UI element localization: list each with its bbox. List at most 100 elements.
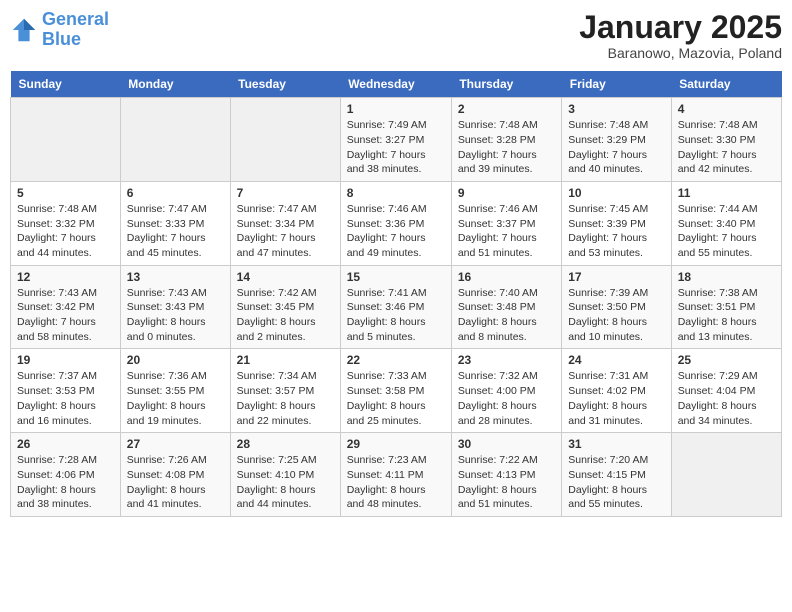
day-number: 19 [17,353,114,367]
day-number: 9 [458,186,555,200]
day-cell: 14 Sunrise: 7:42 AM Sunset: 3:45 PM Dayli… [230,265,340,349]
day-info: Sunrise: 7:40 AM Sunset: 3:48 PM Dayligh… [458,286,555,345]
day-cell: 4 Sunrise: 7:48 AM Sunset: 3:30 PM Daylig… [671,98,781,182]
day-cell: 10Sunrise: 7:45 AM Sunset: 3:39 PM Dayli… [562,181,671,265]
day-number: 3 [568,102,664,116]
day-cell: 8 Sunrise: 7:46 AM Sunset: 3:36 PM Daylig… [340,181,451,265]
location-subtitle: Baranowo, Mazovia, Poland [579,45,782,61]
day-info: Sunrise: 7:48 AM Sunset: 3:30 PM Dayligh… [678,118,775,177]
day-cell: 6 Sunrise: 7:47 AM Sunset: 3:33 PM Daylig… [120,181,230,265]
month-title: January 2025 [579,10,782,45]
day-number: 12 [17,270,114,284]
day-number: 27 [127,437,224,451]
day-info: Sunrise: 7:39 AM Sunset: 3:50 PM Dayligh… [568,286,664,345]
day-cell: 9 Sunrise: 7:46 AM Sunset: 3:37 PM Daylig… [451,181,561,265]
day-number: 4 [678,102,775,116]
day-cell [671,433,781,517]
day-info: Sunrise: 7:33 AM Sunset: 3:58 PM Dayligh… [347,369,445,428]
day-info: Sunrise: 7:25 AM Sunset: 4:10 PM Dayligh… [237,453,334,512]
day-number: 20 [127,353,224,367]
day-cell: 23Sunrise: 7:32 AM Sunset: 4:00 PM Dayli… [451,349,561,433]
day-cell: 11Sunrise: 7:44 AM Sunset: 3:40 PM Dayli… [671,181,781,265]
day-info: Sunrise: 7:29 AM Sunset: 4:04 PM Dayligh… [678,369,775,428]
day-cell: 25 Sunrise: 7:29 AM Sunset: 4:04 PM Dayli… [671,349,781,433]
day-info: Sunrise: 7:26 AM Sunset: 4:08 PM Dayligh… [127,453,224,512]
day-info: Sunrise: 7:43 AM Sunset: 3:42 PM Dayligh… [17,286,114,345]
day-number: 16 [458,270,555,284]
day-cell: 16 Sunrise: 7:40 AM Sunset: 3:48 PM Dayli… [451,265,561,349]
day-info: Sunrise: 7:41 AM Sunset: 3:46 PM Dayligh… [347,286,445,345]
day-number: 28 [237,437,334,451]
day-cell: 31Sunrise: 7:20 AM Sunset: 4:15 PM Dayli… [562,433,671,517]
day-number: 17 [568,270,664,284]
day-number: 25 [678,353,775,367]
logo: General Blue [10,10,109,50]
weekday-header-tuesday: Tuesday [230,71,340,98]
day-number: 1 [347,102,445,116]
day-info: Sunrise: 7:23 AM Sunset: 4:11 PM Dayligh… [347,453,445,512]
day-cell: 27 Sunrise: 7:26 AM Sunset: 4:08 PM Dayli… [120,433,230,517]
page-header: General Blue January 2025 Baranowo, Mazo… [10,10,782,61]
week-row-3: 12 Sunrise: 7:43 AM Sunset: 3:42 PM Dayli… [11,265,782,349]
day-number: 5 [17,186,114,200]
day-cell [11,98,121,182]
day-cell: 13 Sunrise: 7:43 AM Sunset: 3:43 PM Dayli… [120,265,230,349]
day-number: 30 [458,437,555,451]
day-number: 6 [127,186,224,200]
day-cell: 5 Sunrise: 7:48 AM Sunset: 3:32 PM Daylig… [11,181,121,265]
calendar-table: SundayMondayTuesdayWednesdayThursdayFrid… [10,71,782,517]
day-number: 8 [347,186,445,200]
week-row-4: 19 Sunrise: 7:37 AM Sunset: 3:53 PM Dayli… [11,349,782,433]
day-number: 13 [127,270,224,284]
day-info: Sunrise: 7:28 AM Sunset: 4:06 PM Dayligh… [17,453,114,512]
day-cell: 7Sunrise: 7:47 AM Sunset: 3:34 PM Daylig… [230,181,340,265]
day-cell: 19 Sunrise: 7:37 AM Sunset: 3:53 PM Dayli… [11,349,121,433]
day-number: 22 [347,353,445,367]
day-info: Sunrise: 7:42 AM Sunset: 3:45 PM Dayligh… [237,286,334,345]
day-info: Sunrise: 7:48 AM Sunset: 3:29 PM Dayligh… [568,118,664,177]
day-info: Sunrise: 7:37 AM Sunset: 3:53 PM Dayligh… [17,369,114,428]
weekday-header-friday: Friday [562,71,671,98]
day-number: 21 [237,353,334,367]
day-info: Sunrise: 7:49 AM Sunset: 3:27 PM Dayligh… [347,118,445,177]
day-cell: 12 Sunrise: 7:43 AM Sunset: 3:42 PM Dayli… [11,265,121,349]
day-cell: 20Sunrise: 7:36 AM Sunset: 3:55 PM Dayli… [120,349,230,433]
day-info: Sunrise: 7:31 AM Sunset: 4:02 PM Dayligh… [568,369,664,428]
day-info: Sunrise: 7:34 AM Sunset: 3:57 PM Dayligh… [237,369,334,428]
logo-text: General Blue [42,10,109,50]
title-block: January 2025 Baranowo, Mazovia, Poland [579,10,782,61]
day-info: Sunrise: 7:22 AM Sunset: 4:13 PM Dayligh… [458,453,555,512]
day-info: Sunrise: 7:48 AM Sunset: 3:32 PM Dayligh… [17,202,114,261]
day-cell: 2 Sunrise: 7:48 AM Sunset: 3:28 PM Daylig… [451,98,561,182]
day-cell: 1 Sunrise: 7:49 AM Sunset: 3:27 PM Daylig… [340,98,451,182]
day-cell: 26 Sunrise: 7:28 AM Sunset: 4:06 PM Dayli… [11,433,121,517]
week-row-2: 5 Sunrise: 7:48 AM Sunset: 3:32 PM Daylig… [11,181,782,265]
day-info: Sunrise: 7:48 AM Sunset: 3:28 PM Dayligh… [458,118,555,177]
day-info: Sunrise: 7:46 AM Sunset: 3:37 PM Dayligh… [458,202,555,261]
day-cell: 24 Sunrise: 7:31 AM Sunset: 4:02 PM Dayli… [562,349,671,433]
day-cell: 22 Sunrise: 7:33 AM Sunset: 3:58 PM Dayli… [340,349,451,433]
day-info: Sunrise: 7:46 AM Sunset: 3:36 PM Dayligh… [347,202,445,261]
day-info: Sunrise: 7:47 AM Sunset: 3:33 PM Dayligh… [127,202,224,261]
day-number: 2 [458,102,555,116]
day-cell: 30 Sunrise: 7:22 AM Sunset: 4:13 PM Dayli… [451,433,561,517]
day-number: 31 [568,437,664,451]
day-info: Sunrise: 7:38 AM Sunset: 3:51 PM Dayligh… [678,286,775,345]
day-number: 10 [568,186,664,200]
day-cell: 15Sunrise: 7:41 AM Sunset: 3:46 PM Dayli… [340,265,451,349]
weekday-header-thursday: Thursday [451,71,561,98]
day-number: 24 [568,353,664,367]
weekday-header-monday: Monday [120,71,230,98]
day-number: 29 [347,437,445,451]
day-number: 18 [678,270,775,284]
day-number: 14 [237,270,334,284]
day-number: 7 [237,186,334,200]
weekday-header-sunday: Sunday [11,71,121,98]
day-cell [120,98,230,182]
weekday-header-row: SundayMondayTuesdayWednesdayThursdayFrid… [11,71,782,98]
week-row-1: 1 Sunrise: 7:49 AM Sunset: 3:27 PM Daylig… [11,98,782,182]
day-number: 26 [17,437,114,451]
day-cell: 18 Sunrise: 7:38 AM Sunset: 3:51 PM Dayli… [671,265,781,349]
day-info: Sunrise: 7:43 AM Sunset: 3:43 PM Dayligh… [127,286,224,345]
day-cell: 17 Sunrise: 7:39 AM Sunset: 3:50 PM Dayli… [562,265,671,349]
